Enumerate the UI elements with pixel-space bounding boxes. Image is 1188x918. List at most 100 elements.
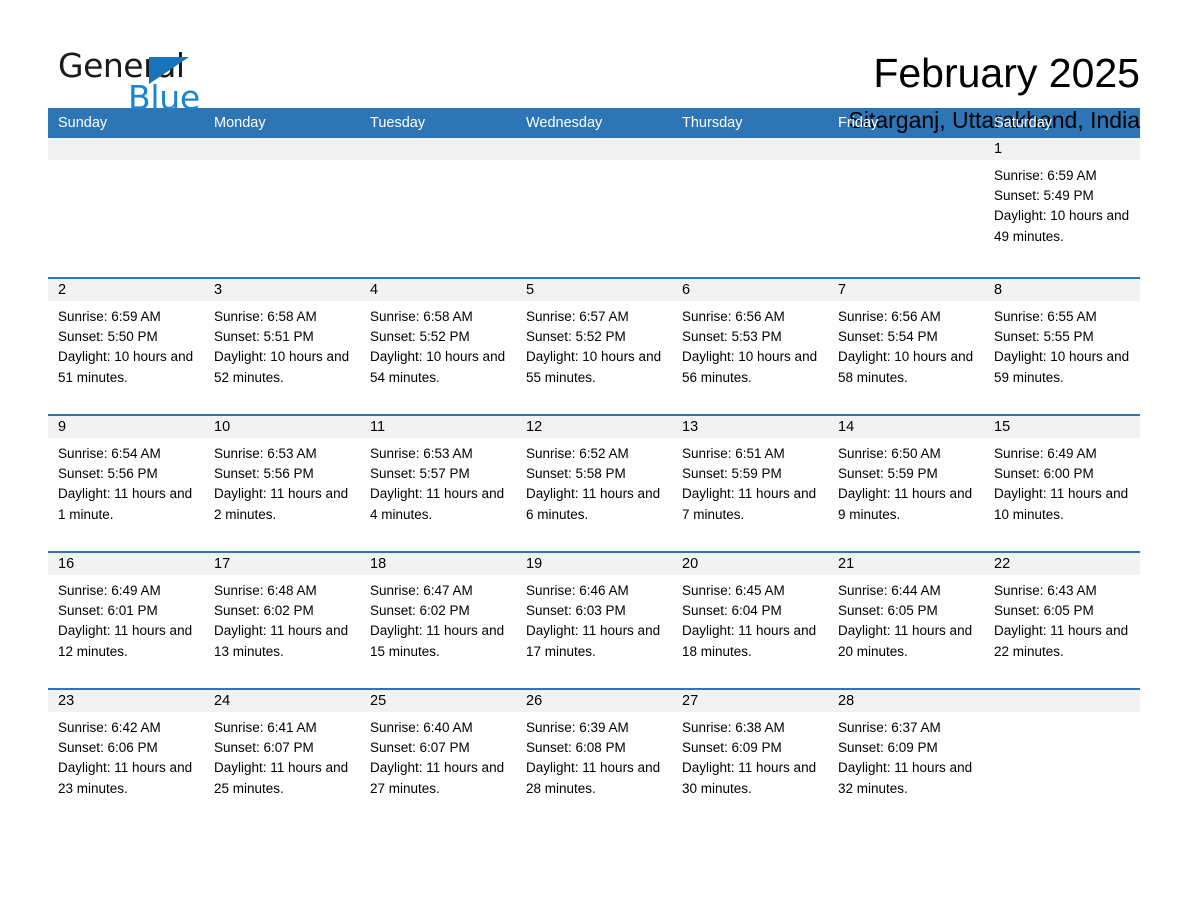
sunrise-text: Sunrise: 6:55 AM bbox=[994, 309, 1097, 324]
day-details: Sunrise: 6:47 AM Sunset: 6:02 PM Daylight:… bbox=[360, 575, 516, 662]
day-number: 28 bbox=[828, 690, 984, 712]
calendar-day-cell[interactable]: 22 Sunrise: 6:43 AM Sunset: 6:05 PM Dayligh… bbox=[984, 553, 1140, 688]
sunrise-text: Sunrise: 6:44 AM bbox=[838, 583, 941, 598]
daylight-text: Daylight: 10 hours and 55 minutes. bbox=[526, 349, 662, 385]
calendar-week-row: 23 Sunrise: 6:42 AM Sunset: 6:06 PM Dayligh… bbox=[48, 688, 1140, 810]
daylight-text: Daylight: 11 hours and 4 minutes. bbox=[370, 486, 505, 522]
day-number: 17 bbox=[204, 553, 360, 575]
calendar-day-cell[interactable]: 13 Sunrise: 6:51 AM Sunset: 5:59 PM Dayligh… bbox=[672, 416, 828, 551]
sunrise-text: Sunrise: 6:40 AM bbox=[370, 720, 473, 735]
calendar-day-cell[interactable]: 25 Sunrise: 6:40 AM Sunset: 6:07 PM Dayligh… bbox=[360, 690, 516, 810]
calendar-day-cell[interactable]: 12 Sunrise: 6:52 AM Sunset: 5:58 PM Dayligh… bbox=[516, 416, 672, 551]
day-number: 18 bbox=[360, 553, 516, 575]
calendar-day-cell[interactable]: 20 Sunrise: 6:45 AM Sunset: 6:04 PM Dayligh… bbox=[672, 553, 828, 688]
sunset-text: Sunset: 6:09 PM bbox=[838, 740, 938, 756]
calendar-day-cell[interactable]: 14 Sunrise: 6:50 AM Sunset: 5:59 PM Dayligh… bbox=[828, 416, 984, 551]
calendar-day-cell[interactable]: 10 Sunrise: 6:53 AM Sunset: 5:56 PM Dayligh… bbox=[204, 416, 360, 551]
weekday-header-saturday: Saturday bbox=[994, 115, 1053, 131]
calendar-day-cell[interactable]: 1 Sunrise: 6:59 AM Sunset: 5:49 PM Daylight… bbox=[984, 138, 1140, 277]
day-number: 3 bbox=[204, 279, 360, 301]
daylight-text: Daylight: 11 hours and 28 minutes. bbox=[526, 760, 661, 796]
calendar-day-cell[interactable]: 28 Sunrise: 6:37 AM Sunset: 6:09 PM Dayligh… bbox=[828, 690, 984, 810]
sunset-text: Sunset: 6:03 PM bbox=[526, 603, 626, 619]
daylight-text: Daylight: 11 hours and 25 minutes. bbox=[214, 760, 349, 796]
day-number bbox=[984, 690, 1140, 712]
calendar-day-cell[interactable]: 26 Sunrise: 6:39 AM Sunset: 6:08 PM Dayligh… bbox=[516, 690, 672, 810]
day-number bbox=[672, 138, 828, 160]
day-number: 13 bbox=[672, 416, 828, 438]
calendar-week-row: 1 Sunrise: 6:59 AM Sunset: 5:49 PM Daylight… bbox=[48, 138, 1140, 277]
daylight-text: Daylight: 11 hours and 32 minutes. bbox=[838, 760, 973, 796]
calendar-day-cell[interactable]: 11 Sunrise: 6:53 AM Sunset: 5:57 PM Dayligh… bbox=[360, 416, 516, 551]
daylight-text: Daylight: 10 hours and 56 minutes. bbox=[682, 349, 818, 385]
day-number: 21 bbox=[828, 553, 984, 575]
day-details: Sunrise: 6:53 AM Sunset: 5:57 PM Daylight:… bbox=[360, 438, 516, 525]
daylight-text: Daylight: 11 hours and 17 minutes. bbox=[526, 623, 661, 659]
day-details: Sunrise: 6:43 AM Sunset: 6:05 PM Daylight:… bbox=[984, 575, 1140, 662]
sunrise-text: Sunrise: 6:53 AM bbox=[214, 446, 317, 461]
calendar-day-cell[interactable]: 18 Sunrise: 6:47 AM Sunset: 6:02 PM Dayligh… bbox=[360, 553, 516, 688]
calendar-day-cell-empty bbox=[516, 138, 672, 277]
sunset-text: Sunset: 6:01 PM bbox=[58, 603, 158, 619]
logo-text-blue: Blue bbox=[128, 78, 200, 117]
daylight-text: Daylight: 10 hours and 59 minutes. bbox=[994, 349, 1130, 385]
sunset-text: Sunset: 6:04 PM bbox=[682, 603, 782, 619]
sunset-text: Sunset: 5:50 PM bbox=[58, 329, 158, 345]
calendar-day-cell[interactable]: 4 Sunrise: 6:58 AM Sunset: 5:52 PM Daylight… bbox=[360, 279, 516, 414]
day-details: Sunrise: 6:57 AM Sunset: 5:52 PM Daylight:… bbox=[516, 301, 672, 388]
calendar-day-cell-empty bbox=[828, 138, 984, 277]
sunrise-text: Sunrise: 6:57 AM bbox=[526, 309, 629, 324]
calendar-day-cell[interactable]: 2 Sunrise: 6:59 AM Sunset: 5:50 PM Daylight… bbox=[48, 279, 204, 414]
calendar-day-cell[interactable]: 21 Sunrise: 6:44 AM Sunset: 6:05 PM Dayligh… bbox=[828, 553, 984, 688]
sunset-text: Sunset: 5:57 PM bbox=[370, 466, 470, 482]
daylight-text: Daylight: 11 hours and 20 minutes. bbox=[838, 623, 973, 659]
sunset-text: Sunset: 5:54 PM bbox=[838, 329, 938, 345]
sunrise-text: Sunrise: 6:45 AM bbox=[682, 583, 785, 598]
day-details: Sunrise: 6:55 AM Sunset: 5:55 PM Daylight:… bbox=[984, 301, 1140, 388]
day-number bbox=[204, 138, 360, 160]
sunset-text: Sunset: 5:53 PM bbox=[682, 329, 782, 345]
calendar-week-row: 2 Sunrise: 6:59 AM Sunset: 5:50 PM Daylight… bbox=[48, 277, 1140, 414]
daylight-text: Daylight: 11 hours and 13 minutes. bbox=[214, 623, 349, 659]
page-title: February 2025 bbox=[873, 50, 1140, 96]
calendar-day-cell[interactable]: 7 Sunrise: 6:56 AM Sunset: 5:54 PM Daylight… bbox=[828, 279, 984, 414]
day-details: Sunrise: 6:48 AM Sunset: 6:02 PM Daylight:… bbox=[204, 575, 360, 662]
day-details: Sunrise: 6:49 AM Sunset: 6:01 PM Daylight:… bbox=[48, 575, 204, 662]
calendar-day-cell[interactable]: 8 Sunrise: 6:55 AM Sunset: 5:55 PM Daylight… bbox=[984, 279, 1140, 414]
calendar-day-cell[interactable]: 27 Sunrise: 6:38 AM Sunset: 6:09 PM Dayligh… bbox=[672, 690, 828, 810]
calendar-day-cell[interactable]: 16 Sunrise: 6:49 AM Sunset: 6:01 PM Dayligh… bbox=[48, 553, 204, 688]
calendar-day-cell-empty bbox=[48, 138, 204, 277]
calendar-day-cell[interactable]: 19 Sunrise: 6:46 AM Sunset: 6:03 PM Dayligh… bbox=[516, 553, 672, 688]
calendar-day-cell[interactable]: 23 Sunrise: 6:42 AM Sunset: 6:06 PM Dayligh… bbox=[48, 690, 204, 810]
sunrise-text: Sunrise: 6:38 AM bbox=[682, 720, 785, 735]
day-number: 10 bbox=[204, 416, 360, 438]
day-number: 8 bbox=[984, 279, 1140, 301]
sunset-text: Sunset: 5:59 PM bbox=[682, 466, 782, 482]
generalblue-logo: General Blue bbox=[48, 46, 228, 118]
sunrise-text: Sunrise: 6:47 AM bbox=[370, 583, 473, 598]
calendar-day-cell[interactable]: 9 Sunrise: 6:54 AM Sunset: 5:56 PM Daylight… bbox=[48, 416, 204, 551]
calendar-day-cell[interactable]: 3 Sunrise: 6:58 AM Sunset: 5:51 PM Daylight… bbox=[204, 279, 360, 414]
calendar-day-cell[interactable]: 17 Sunrise: 6:48 AM Sunset: 6:02 PM Dayligh… bbox=[204, 553, 360, 688]
sunrise-text: Sunrise: 6:56 AM bbox=[682, 309, 785, 324]
sunset-text: Sunset: 5:56 PM bbox=[214, 466, 314, 482]
sunset-text: Sunset: 5:52 PM bbox=[370, 329, 470, 345]
day-number: 6 bbox=[672, 279, 828, 301]
calendar-day-cell[interactable]: 15 Sunrise: 6:49 AM Sunset: 6:00 PM Dayligh… bbox=[984, 416, 1140, 551]
calendar-day-cell[interactable]: 5 Sunrise: 6:57 AM Sunset: 5:52 PM Daylight… bbox=[516, 279, 672, 414]
calendar-day-cell[interactable]: 24 Sunrise: 6:41 AM Sunset: 6:07 PM Dayligh… bbox=[204, 690, 360, 810]
calendar-week-row: 9 Sunrise: 6:54 AM Sunset: 5:56 PM Daylight… bbox=[48, 414, 1140, 551]
day-number: 24 bbox=[204, 690, 360, 712]
day-number: 14 bbox=[828, 416, 984, 438]
daylight-text: Daylight: 11 hours and 1 minute. bbox=[58, 486, 193, 522]
sunset-text: Sunset: 5:51 PM bbox=[214, 329, 314, 345]
sunrise-text: Sunrise: 6:54 AM bbox=[58, 446, 161, 461]
sunset-text: Sunset: 6:02 PM bbox=[370, 603, 470, 619]
sunrise-text: Sunrise: 6:53 AM bbox=[370, 446, 473, 461]
sunrise-text: Sunrise: 6:59 AM bbox=[58, 309, 161, 324]
day-number: 7 bbox=[828, 279, 984, 301]
day-number: 22 bbox=[984, 553, 1140, 575]
sunset-text: Sunset: 6:00 PM bbox=[994, 466, 1094, 482]
sunset-text: Sunset: 6:07 PM bbox=[370, 740, 470, 756]
calendar-day-cell[interactable]: 6 Sunrise: 6:56 AM Sunset: 5:53 PM Daylight… bbox=[672, 279, 828, 414]
